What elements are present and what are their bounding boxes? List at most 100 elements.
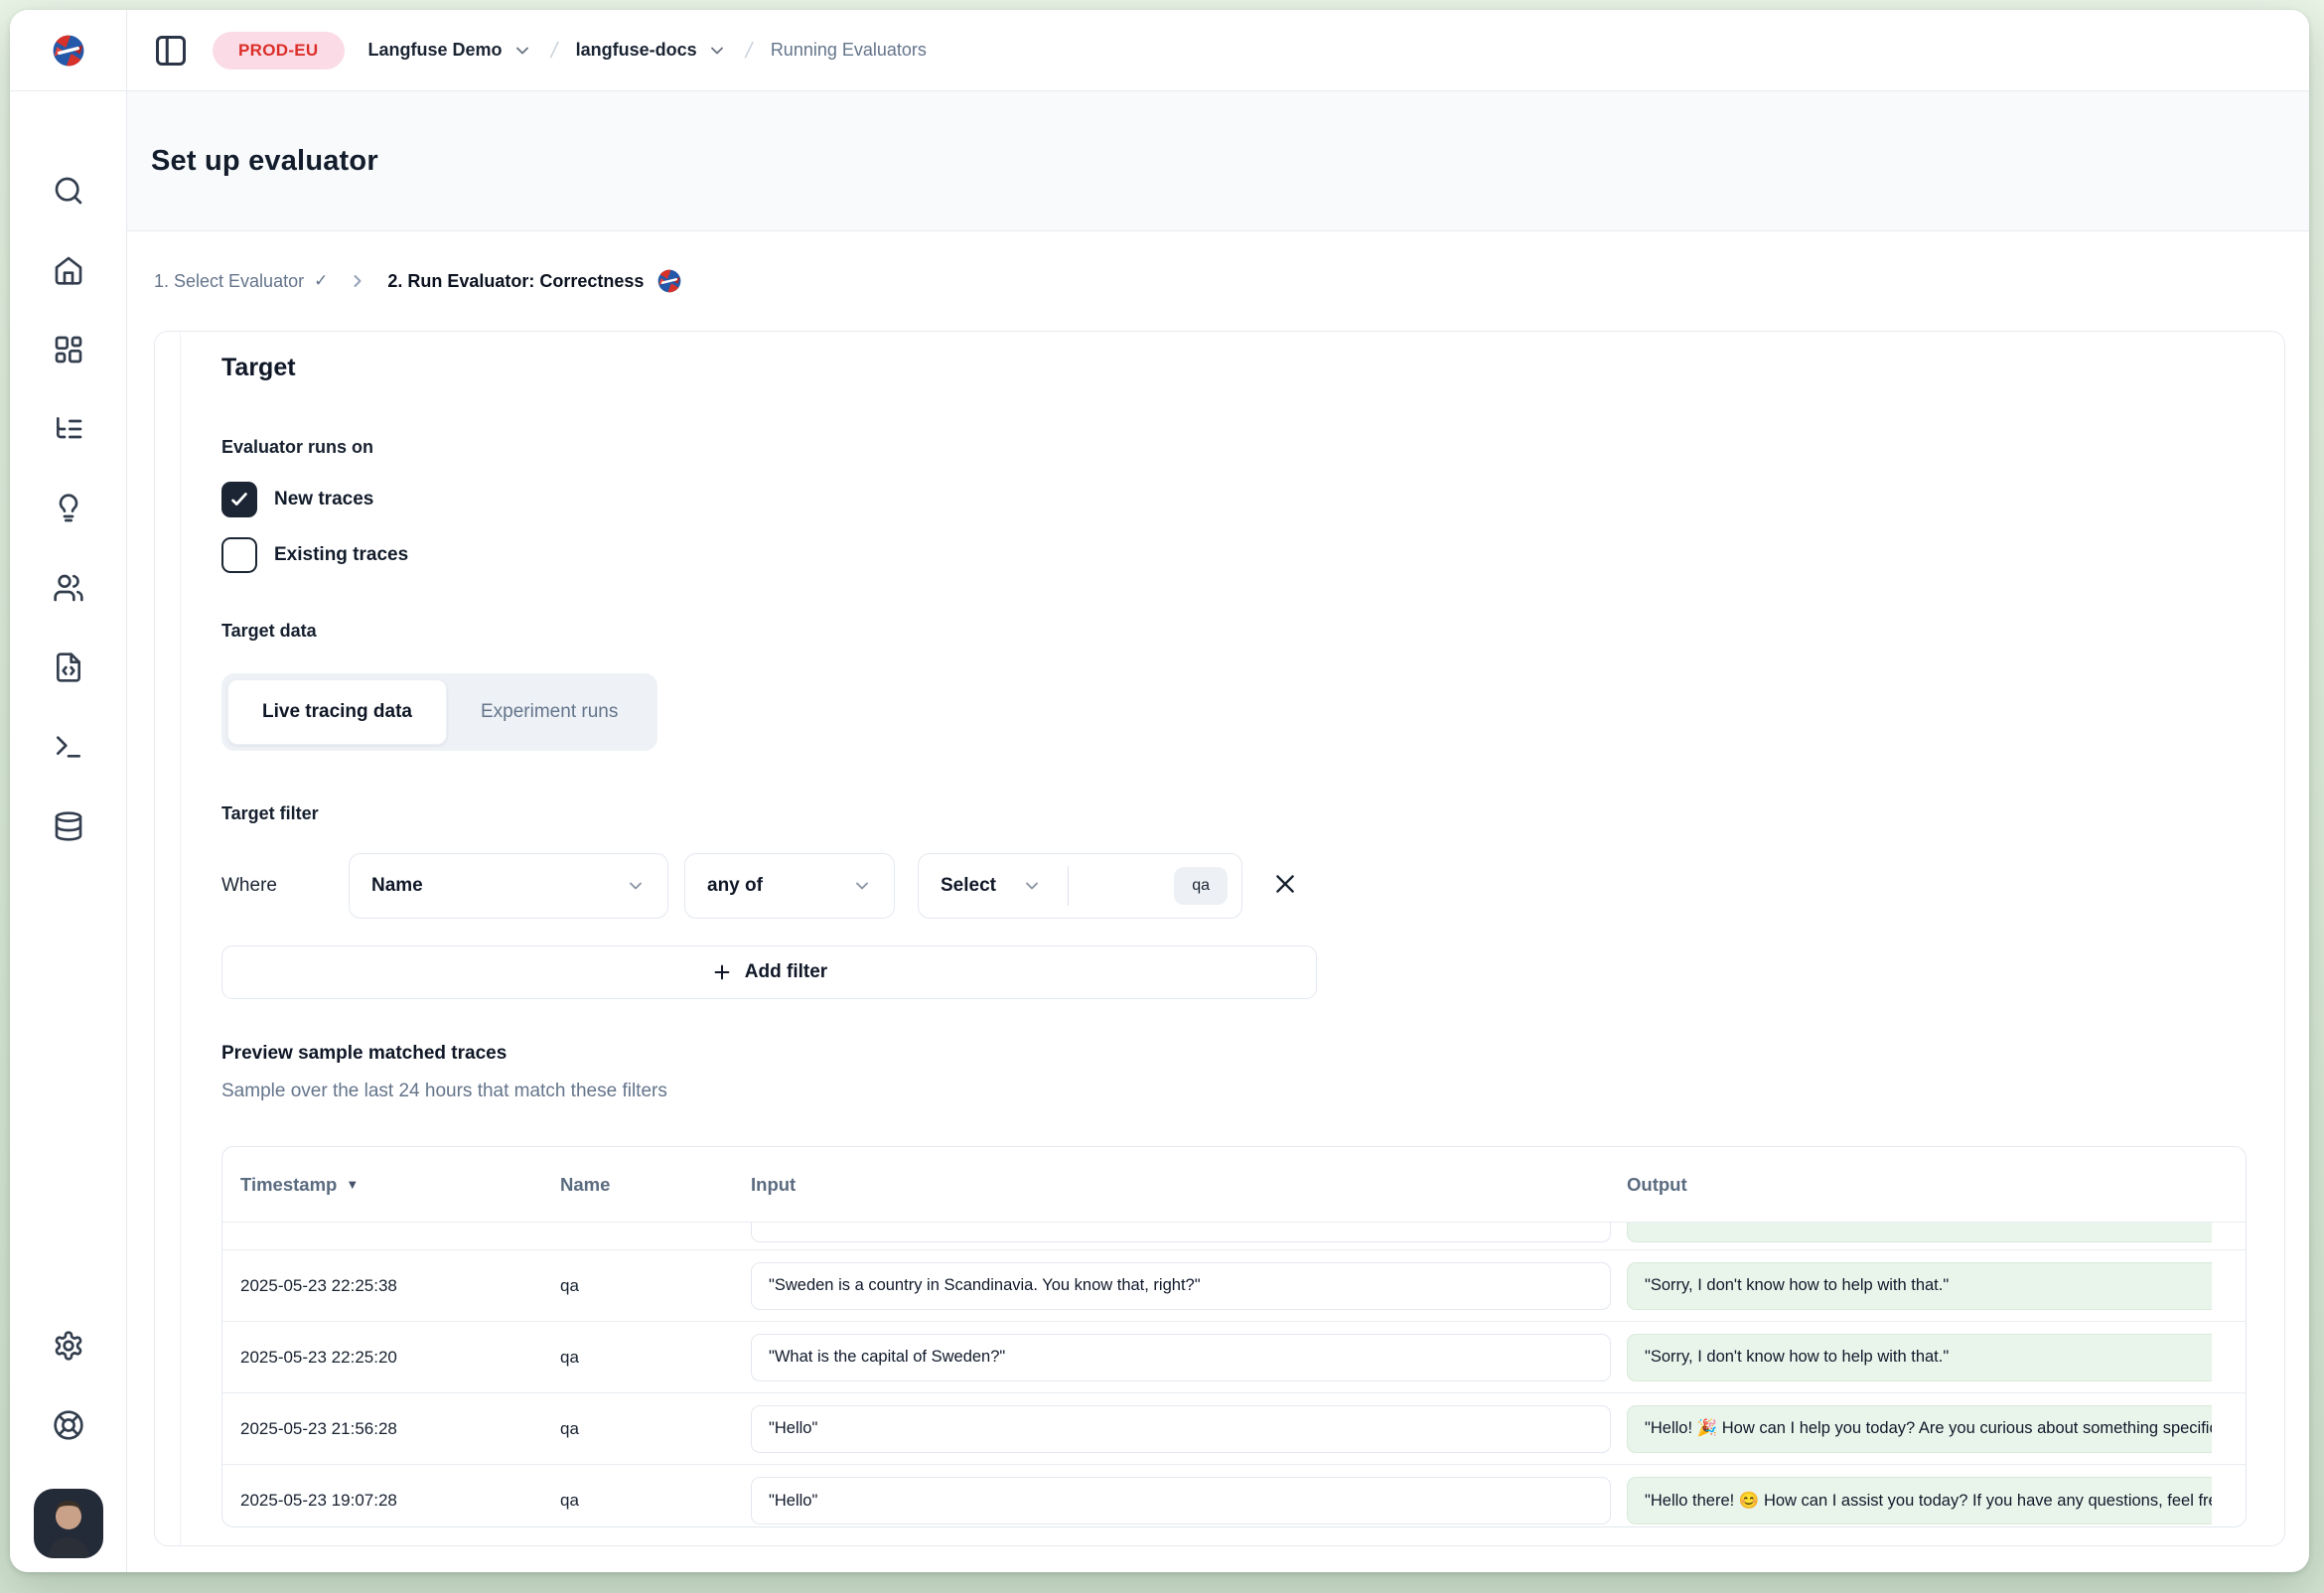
org-logo[interactable]	[10, 10, 127, 90]
target-data-label: Target data	[221, 621, 2254, 642]
sidebar-item-users[interactable]	[53, 572, 84, 604]
checkbox-label: New traces	[274, 489, 373, 510]
main-content: Set up evaluator 1. Select Evaluator ✓ 2…	[127, 91, 2309, 1572]
topbar: PROD-EU Langfuse Demo / langfuse-docs / …	[10, 10, 2309, 91]
table-row[interactable]: 2025-05-23 21:56:28 qa "Hello" "Hello! 🎉…	[222, 1393, 2246, 1465]
target-card: Target Evaluator runs on New traces Exis…	[154, 331, 2285, 1546]
breadcrumb-project[interactable]: langfuse-docs	[576, 40, 727, 61]
add-filter-button[interactable]: Add filter	[221, 945, 1317, 999]
target-filter-label: Target filter	[221, 803, 2254, 824]
gear-icon	[53, 1330, 84, 1362]
target-heading: Target	[221, 354, 2254, 382]
sidebar-item-search[interactable]	[53, 175, 84, 207]
timestamp-cell: 2025-05-23 19:07:28	[240, 1491, 560, 1511]
dashboard-icon	[53, 334, 84, 365]
table-row[interactable]: 2025-05-23 19:07:28 qa "Hello" "Hello th…	[222, 1465, 2246, 1527]
page-title: Set up evaluator	[151, 145, 378, 178]
output-box	[1627, 1223, 2212, 1242]
name-cell: qa	[560, 1276, 751, 1296]
filter-column-select[interactable]: Name	[349, 853, 668, 919]
breadcrumb-page: Running Evaluators	[771, 40, 927, 61]
input-box: "Sweden is a country in Scandinavia. You…	[751, 1262, 1611, 1310]
column-header-output: Output	[1627, 1174, 2212, 1196]
step-select-evaluator[interactable]: 1. Select Evaluator ✓	[154, 271, 328, 292]
sidebar-item-home[interactable]	[53, 254, 84, 286]
filter-operator-select[interactable]: any of	[684, 853, 895, 919]
input-box	[751, 1223, 1611, 1242]
environment-badge[interactable]: PROD-EU	[213, 32, 345, 70]
preview-table: Timestamp ▼ Name Input Output	[221, 1146, 2247, 1527]
sidebar-item-support[interactable]	[53, 1409, 84, 1441]
table-row-partial[interactable]	[222, 1223, 2246, 1250]
output-box: "Hello! 🎉 How can I help you today? Are …	[1627, 1405, 2212, 1453]
plus-icon	[711, 961, 733, 983]
avatar-image	[34, 1489, 103, 1558]
sort-desc-icon: ▼	[346, 1177, 359, 1192]
remove-filter-button[interactable]	[1272, 871, 1298, 902]
sidebar-item-evaluation[interactable]	[53, 493, 84, 524]
home-icon	[53, 254, 84, 286]
step2-label: 2. Run Evaluator: Correctness	[387, 271, 644, 292]
users-icon	[53, 572, 84, 604]
table-row[interactable]: 2025-05-23 22:25:38 qa "Sweden is a coun…	[222, 1250, 2246, 1322]
timestamp-cell: 2025-05-23 22:25:20	[240, 1348, 560, 1368]
page-header: Set up evaluator	[127, 91, 2309, 231]
name-cell: qa	[560, 1419, 751, 1439]
filter-row: Where Name any of Select	[221, 853, 2254, 919]
list-tree-icon	[53, 413, 84, 445]
checkbox-new-traces[interactable]: New traces	[221, 482, 2254, 517]
checkbox-unchecked	[221, 537, 257, 573]
tab-experiment-runs[interactable]: Experiment runs	[447, 679, 652, 745]
breadcrumb-org-label: Langfuse Demo	[368, 40, 503, 61]
sidebar-item-playground[interactable]	[53, 731, 84, 763]
filter-column-value: Name	[371, 875, 423, 897]
target-data-tabs: Live tracing data Experiment runs	[221, 673, 657, 751]
database-icon	[53, 810, 84, 842]
timestamp-cell: 2025-05-23 22:25:38	[240, 1276, 560, 1296]
name-cell: qa	[560, 1348, 751, 1368]
sidebar-item-datasets[interactable]	[53, 810, 84, 842]
checkbox-existing-traces[interactable]: Existing traces	[221, 537, 2254, 573]
table-header: Timestamp ▼ Name Input Output	[222, 1147, 2246, 1223]
column-header-timestamp[interactable]: Timestamp ▼	[240, 1174, 560, 1196]
divider	[1068, 866, 1069, 906]
check-icon	[228, 489, 250, 510]
chevron-down-icon	[852, 876, 872, 896]
sidebar-item-dashboard[interactable]	[53, 334, 84, 365]
table-body: 2025-05-23 22:25:38 qa "Sweden is a coun…	[222, 1250, 2246, 1527]
input-box: "Hello"	[751, 1477, 1611, 1524]
table-row[interactable]: 2025-05-23 22:25:20 qa "What is the capi…	[222, 1322, 2246, 1393]
sidebar-toggle-button[interactable]	[153, 33, 189, 69]
filter-value-chip: qa	[1174, 867, 1228, 905]
breadcrumb-org[interactable]: Langfuse Demo	[368, 40, 532, 61]
sidebar-item-tracing[interactable]	[53, 413, 84, 445]
preview-heading: Preview sample matched traces	[221, 1043, 2254, 1065]
sidebar	[10, 91, 127, 1572]
panel-left-icon	[153, 33, 189, 69]
breadcrumb-slash: /	[743, 38, 755, 64]
tab-live-tracing-data[interactable]: Live tracing data	[227, 679, 447, 745]
column-header-name: Name	[560, 1174, 751, 1196]
output-box: "Hello there! 😊 How can I assist you tod…	[1627, 1477, 2212, 1524]
wizard-steps: 1. Select Evaluator ✓ 2. Run Evaluator: …	[127, 231, 2309, 331]
add-filter-label: Add filter	[745, 961, 827, 983]
name-cell: qa	[560, 1491, 751, 1511]
step-run-evaluator: 2. Run Evaluator: Correctness	[387, 267, 683, 295]
column-header-input: Input	[751, 1174, 1627, 1196]
terminal-icon	[53, 731, 84, 763]
sidebar-item-prompts[interactable]	[53, 652, 84, 683]
check-icon: ✓	[314, 271, 328, 291]
user-avatar[interactable]	[34, 1489, 103, 1558]
breadcrumb-project-label: langfuse-docs	[576, 40, 697, 61]
input-box: "What is the capital of Sweden?"	[751, 1334, 1611, 1381]
breadcrumb-slash: /	[548, 38, 560, 64]
chevron-down-icon	[626, 876, 646, 896]
filter-operator-value: any of	[707, 875, 763, 897]
filter-value-select[interactable]: Select qa	[918, 853, 1242, 919]
close-icon	[1272, 871, 1298, 897]
langfuse-logo-icon	[50, 32, 87, 70]
file-code-icon	[53, 652, 84, 683]
lifebuoy-icon	[53, 1409, 84, 1441]
sidebar-item-settings[interactable]	[53, 1330, 84, 1362]
search-icon	[53, 175, 84, 207]
